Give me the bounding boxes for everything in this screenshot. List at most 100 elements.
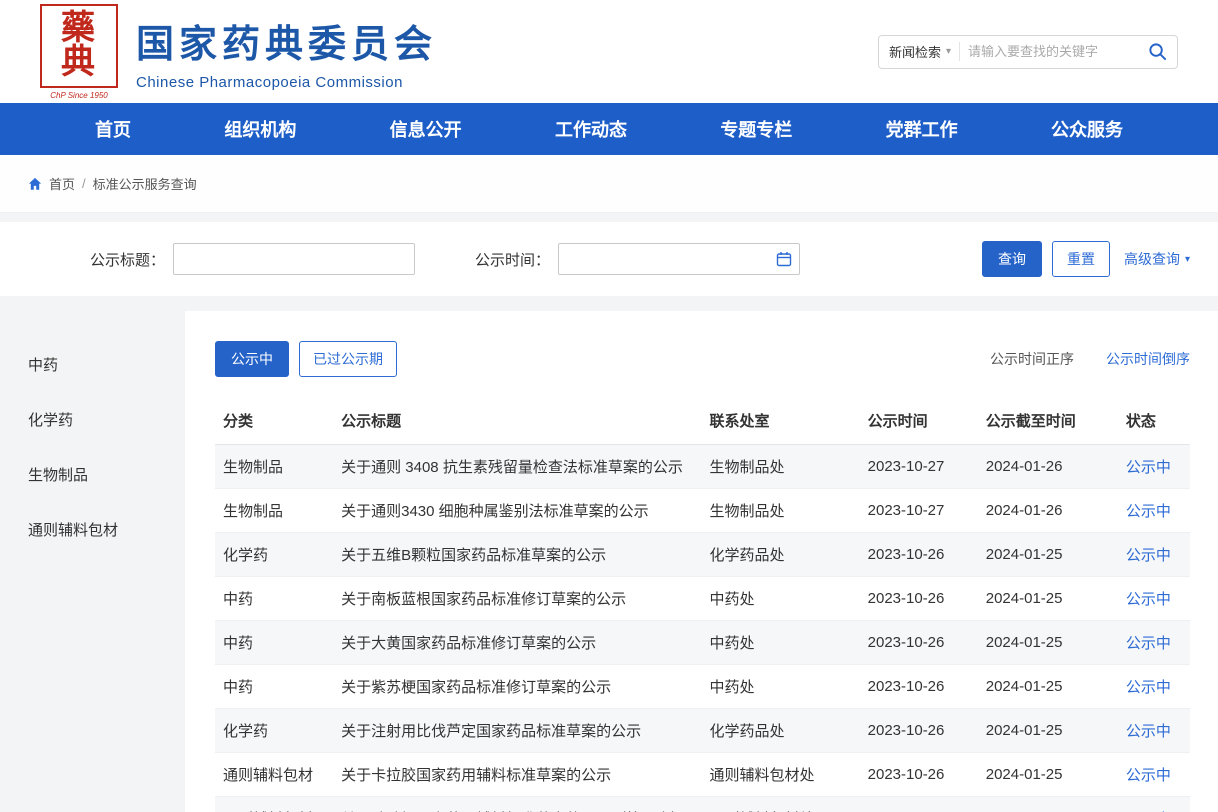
status-badge[interactable]: 公示中 <box>1118 445 1190 489</box>
cell-deadline: 2024-01-26 <box>978 489 1118 533</box>
logo-since-text: ChP Since 1950 <box>40 92 118 100</box>
notice-list-section: 公示中 已过公示期 公示时间正序 公示时间倒序 分类 公示标题 联系处室 公示时… <box>185 311 1218 812</box>
table-row: 中药 关于大黄国家药品标准修订草案的公示 中药处 2023-10-26 2024… <box>215 621 1190 665</box>
breadcrumb-home[interactable]: 首页 <box>49 174 75 193</box>
table-row: 通则辅料包材 关于碳酸钙国家药用辅料标准草案的公示（第二次） 通则辅料包材处 2… <box>215 797 1190 812</box>
filter-group-title: 公示标题： <box>28 243 415 275</box>
notice-title-label: 公示标题： <box>90 249 165 270</box>
brand-block: 国家药典委员会 Chinese Pharmacopoeia Commission <box>136 13 437 91</box>
cell-title[interactable]: 关于卡拉胶国家药用辅料标准草案的公示 <box>333 753 701 797</box>
nav-item-party-work[interactable]: 党群工作 <box>886 116 958 142</box>
search-category-dropdown[interactable]: 新闻检索 ▾ <box>889 42 960 61</box>
main-nav: 首页 组织机构 信息公开 工作动态 专题专栏 党群工作 公众服务 <box>0 103 1218 155</box>
sidebar-item-tcm[interactable]: 中药 <box>0 337 185 392</box>
status-badge[interactable]: 公示中 <box>1118 621 1190 665</box>
advanced-query-label: 高级查询 <box>1124 249 1180 269</box>
sidebar-item-biologics[interactable]: 生物制品 <box>0 447 185 502</box>
cell-title[interactable]: 关于碳酸钙国家药用辅料标准草案的公示（第二次） <box>333 797 701 812</box>
cell-deadline: 2024-01-26 <box>978 445 1118 489</box>
nav-item-organization[interactable]: 组织机构 <box>224 116 296 142</box>
home-icon[interactable] <box>28 177 42 191</box>
status-badge[interactable]: 公示中 <box>1118 797 1190 812</box>
cell-department: 通则辅料包材处 <box>701 753 859 797</box>
calendar-icon[interactable] <box>776 251 792 267</box>
cell-publish-date: 2023-10-27 <box>860 445 978 489</box>
header-search-bar: 新闻检索 ▾ <box>878 35 1178 69</box>
chevron-down-icon: ▾ <box>1185 254 1190 265</box>
main-content: 中药 化学药 生物制品 通则辅料包材 公示中 已过公示期 公示时间正序 公示时间… <box>0 311 1218 812</box>
header-department: 联系处室 <box>701 397 859 445</box>
cell-title[interactable]: 关于注射用比伐芦定国家药品标准草案的公示 <box>333 709 701 753</box>
sort-time-ascending[interactable]: 公示时间正序 <box>990 349 1074 369</box>
cell-title[interactable]: 关于紫苏梗国家药品标准修订草案的公示 <box>333 665 701 709</box>
notice-time-field <box>558 243 800 275</box>
search-input[interactable] <box>960 44 1148 59</box>
nav-item-public-service[interactable]: 公众服务 <box>1051 116 1123 142</box>
status-badge[interactable]: 公示中 <box>1118 577 1190 621</box>
status-badge[interactable]: 公示中 <box>1118 709 1190 753</box>
nav-item-home[interactable]: 首页 <box>95 116 131 142</box>
status-badge[interactable]: 公示中 <box>1118 533 1190 577</box>
sort-time-descending[interactable]: 公示时间倒序 <box>1106 349 1190 369</box>
cell-department: 通则辅料包材处 <box>701 797 859 812</box>
reset-button[interactable]: 重置 <box>1052 241 1110 277</box>
cell-publish-date: 2023-10-26 <box>860 753 978 797</box>
cell-department: 生物制品处 <box>701 489 859 533</box>
cell-category: 化学药 <box>215 709 333 753</box>
cell-category: 中药 <box>215 621 333 665</box>
commission-logo: 藥典 ChP Since 1950 <box>40 4 118 100</box>
chevron-down-icon: ▾ <box>946 46 951 57</box>
sidebar-item-excipients[interactable]: 通则辅料包材 <box>0 502 185 557</box>
header-category: 分类 <box>215 397 333 445</box>
sidebar-item-chemical[interactable]: 化学药 <box>0 392 185 447</box>
advanced-query-button[interactable]: 高级查询 ▾ <box>1124 249 1190 269</box>
logo-seal-icon: 藥典 <box>40 4 118 88</box>
cell-category: 生物制品 <box>215 445 333 489</box>
filter-panel: 公示标题： 公示时间： 查询 重置 高级查询 ▾ <box>0 222 1218 296</box>
table-row: 化学药 关于五维B颗粒国家药品标准草案的公示 化学药品处 2023-10-26 … <box>215 533 1190 577</box>
cell-department: 化学药品处 <box>701 709 859 753</box>
cell-title[interactable]: 关于通则3430 细胞种属鉴别法标准草案的公示 <box>333 489 701 533</box>
notice-time-input[interactable] <box>558 243 800 275</box>
status-badge[interactable]: 公示中 <box>1118 753 1190 797</box>
status-badge[interactable]: 公示中 <box>1118 665 1190 709</box>
header-status: 状态 <box>1118 397 1190 445</box>
cell-category: 通则辅料包材 <box>215 753 333 797</box>
cell-title[interactable]: 关于南板蓝根国家药品标准修订草案的公示 <box>333 577 701 621</box>
cell-department: 中药处 <box>701 621 859 665</box>
breadcrumb-current: 标准公示服务查询 <box>93 174 197 193</box>
notice-table: 分类 公示标题 联系处室 公示时间 公示截至时间 状态 生物制品 关于通则 34… <box>215 397 1190 812</box>
filter-actions: 查询 重置 高级查询 ▾ <box>982 241 1190 277</box>
tab-expired-publicity[interactable]: 已过公示期 <box>299 341 397 377</box>
site-title: 国家药典委员会 <box>136 13 437 68</box>
nav-item-work-news[interactable]: 工作动态 <box>555 116 627 142</box>
category-sidebar: 中药 化学药 生物制品 通则辅料包材 <box>0 311 185 812</box>
cell-title[interactable]: 关于通则 3408 抗生素残留量检查法标准草案的公示 <box>333 445 701 489</box>
tab-in-publicity[interactable]: 公示中 <box>215 341 289 377</box>
nav-item-information[interactable]: 信息公开 <box>390 116 462 142</box>
table-row: 生物制品 关于通则 3408 抗生素残留量检查法标准草案的公示 生物制品处 20… <box>215 445 1190 489</box>
cell-publish-date: 2023-10-27 <box>860 489 978 533</box>
notice-time-label: 公示时间： <box>475 249 550 270</box>
cell-publish-date: 2023-10-26 <box>860 577 978 621</box>
nav-item-special-topics[interactable]: 专题专栏 <box>720 116 792 142</box>
header-publish-date: 公示时间 <box>860 397 978 445</box>
cell-publish-date: 2023-10-26 <box>860 533 978 577</box>
cell-title[interactable]: 关于五维B颗粒国家药品标准草案的公示 <box>333 533 701 577</box>
status-badge[interactable]: 公示中 <box>1118 489 1190 533</box>
cell-publish-date: 2023-10-26 <box>860 797 978 812</box>
cell-title[interactable]: 关于大黄国家药品标准修订草案的公示 <box>333 621 701 665</box>
cell-category: 生物制品 <box>215 489 333 533</box>
cell-deadline: 2024-01-25 <box>978 753 1118 797</box>
site-subtitle: Chinese Pharmacopoeia Commission <box>136 74 437 91</box>
query-button[interactable]: 查询 <box>982 241 1042 277</box>
cell-department: 化学药品处 <box>701 533 859 577</box>
notice-title-input[interactable] <box>173 243 415 275</box>
cell-category: 中药 <box>215 665 333 709</box>
cell-category: 通则辅料包材 <box>215 797 333 812</box>
site-header: 藥典 ChP Since 1950 国家药典委员会 Chinese Pharma… <box>0 0 1218 103</box>
breadcrumb: 首页 / 标准公示服务查询 <box>0 155 1218 213</box>
cell-deadline: 2024-01-25 <box>978 665 1118 709</box>
cell-publish-date: 2023-10-26 <box>860 665 978 709</box>
search-button[interactable] <box>1148 42 1167 61</box>
